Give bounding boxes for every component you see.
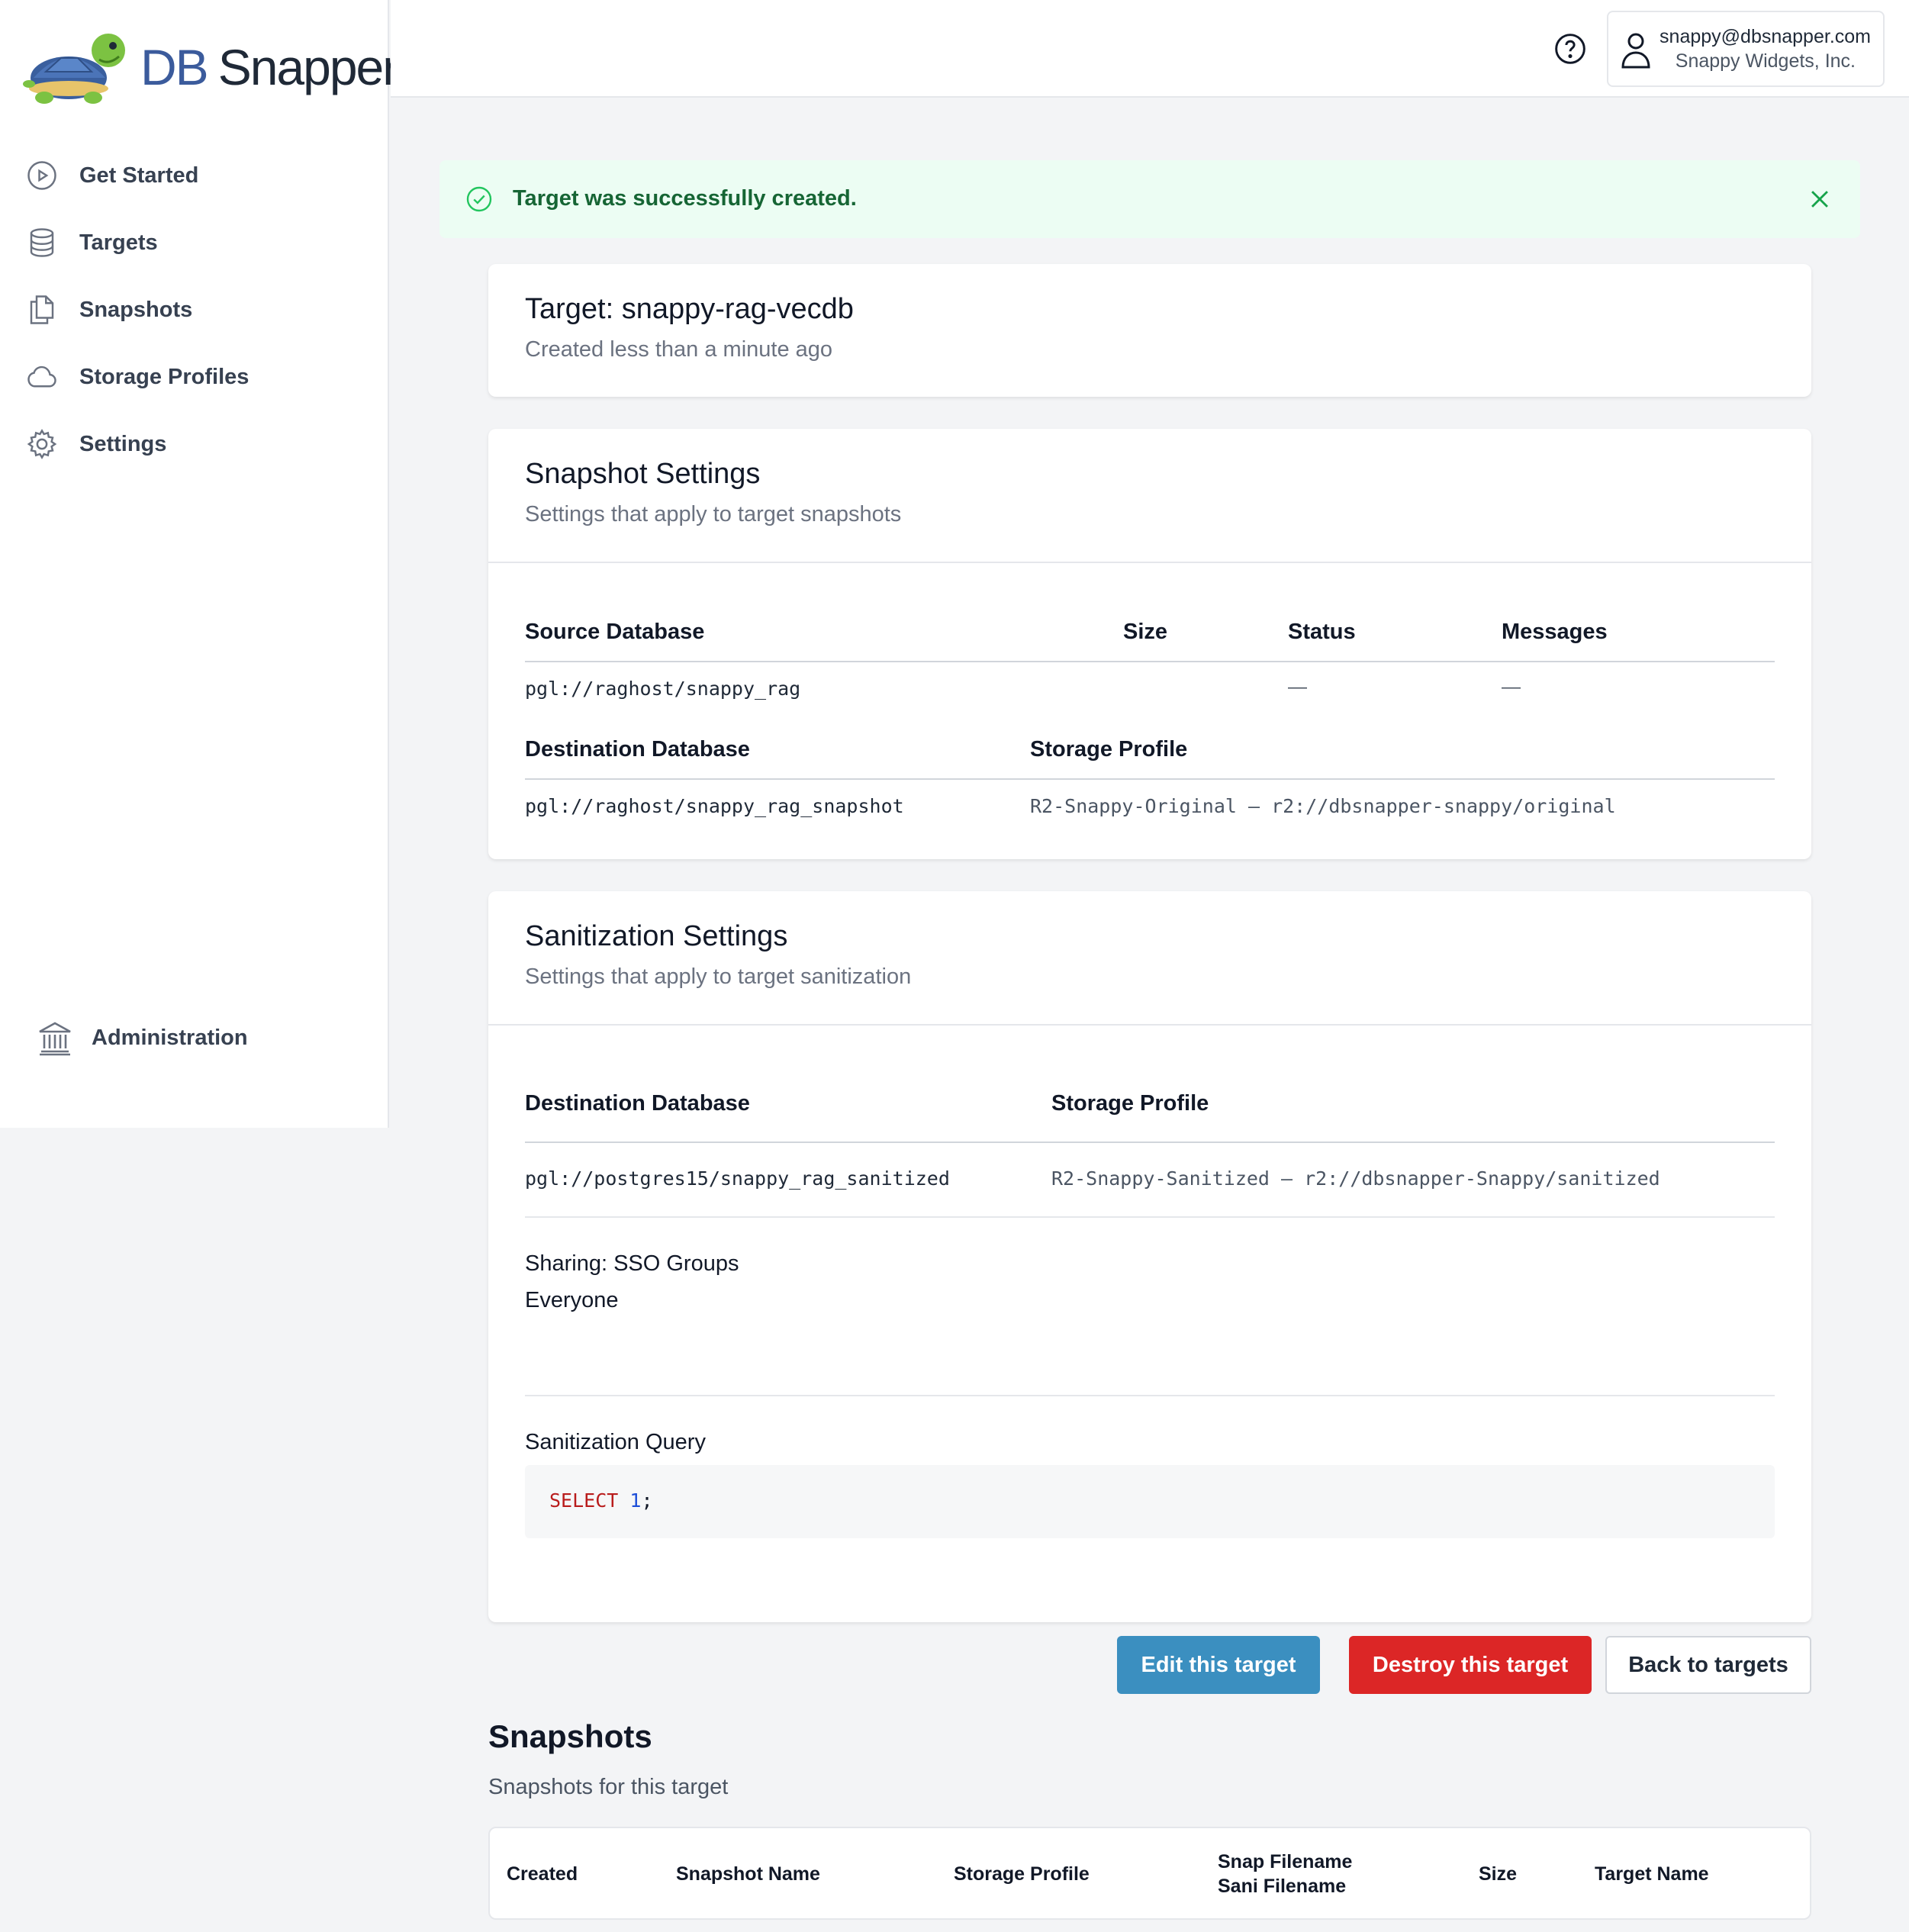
success-alert: Target was successfully created. [439,160,1860,238]
sanitized-storage-profile-value: R2-Snappy-Sanitized – r2://dbsnapper-Sna… [1051,1167,1660,1190]
sidebar-item-label: Get Started [79,163,199,188]
col-destination-database: Destination Database [525,1091,750,1116]
bank-icon [39,1022,71,1056]
user-email: snappy@dbsnapper.com [1660,26,1871,47]
source-status-value: — [1288,676,1307,697]
sidebar-item-label: Targets [79,230,158,255]
destination-database-value: pgl://raghost/snappy_rag_snapshot [525,795,904,817]
user-icon [1621,33,1650,69]
brand-name: DB Snapper [140,38,400,96]
col-storage-profile: Storage Profile [1051,1091,1209,1116]
sanitization-settings-card: Sanitization Settings Settings that appl… [488,891,1811,1622]
col-storage-profile[interactable]: Storage Profile [954,1863,1090,1885]
sidebar-item-label: Administration [92,1025,248,1050]
table-rule [525,661,1775,662]
sidebar-item-storage-profiles[interactable]: Storage Profiles [26,343,249,411]
table-rule [525,1141,1775,1143]
sanitization-query-label: Sanitization Query [525,1430,706,1454]
gear-icon [27,429,57,459]
snapshots-table: Created Snapshot Name Storage Profile Sn… [488,1827,1811,1920]
storage-profile-value: R2-Snappy-Original – r2://dbsnapper-snap… [1030,795,1616,817]
col-snapshot-name[interactable]: Snapshot Name [676,1863,820,1885]
section-divider [488,562,1811,563]
query-terminator: ; [641,1489,653,1512]
play-circle-icon [27,161,56,190]
sidebar-item-administration[interactable]: Administration [37,1004,248,1071]
sanitization-settings-title: Sanitization Settings [525,920,788,952]
sidebar-item-label: Storage Profiles [79,364,249,389]
documents-icon [30,295,54,324]
edit-target-button[interactable]: Edit this target [1117,1636,1320,1694]
destroy-target-button[interactable]: Destroy this target [1349,1636,1592,1694]
top-header: snappy@dbsnapper.com Snappy Widgets, Inc… [391,0,1909,98]
col-size: Size [1123,620,1168,644]
brand-logo[interactable]: DB Snapper [23,27,400,107]
table-rule [525,1395,1775,1396]
back-to-targets-button[interactable]: Back to targets [1605,1636,1811,1694]
sanitized-database-value: pgl://postgres15/snappy_rag_sanitized [525,1167,950,1190]
close-icon[interactable] [1807,186,1833,212]
source-database-value: pgl://raghost/snappy_rag [525,678,801,700]
brand-name-rest: Snapper [217,39,400,95]
col-target-name[interactable]: Target Name [1595,1863,1709,1885]
sidebar-item-snapshots[interactable]: Snapshots [26,276,249,343]
col-snap-filename[interactable]: Snap Filename [1218,1851,1352,1873]
help-icon[interactable] [1553,32,1587,66]
turtle-logo-icon [23,34,125,104]
snapshots-subtitle: Snapshots for this target [488,1775,729,1799]
source-messages-value: — [1502,676,1521,697]
sharing-value: Everyone [525,1288,619,1312]
sidebar-item-settings[interactable]: Settings [26,411,249,478]
sharing-label: Sharing: SSO Groups [525,1251,739,1276]
database-icon [30,228,54,257]
col-storage-profile: Storage Profile [1030,737,1188,762]
sidebar-item-label: Settings [79,431,167,456]
sidebar-item-targets[interactable]: Targets [26,209,249,276]
snapshot-settings-subtitle: Settings that apply to target snapshots [525,502,902,526]
col-size[interactable]: Size [1479,1863,1517,1885]
sidebar-item-label: Snapshots [79,297,193,322]
col-source-database: Source Database [525,620,705,644]
section-divider [488,1024,1811,1026]
target-created: Created less than a minute ago [525,337,833,362]
sidebar-nav: Get Started Targets Snapshots Storage Pr… [26,142,249,478]
query-number: 1 [629,1489,642,1512]
table-rule [525,1216,1775,1218]
alert-message: Target was successfully created. [513,186,857,211]
user-org: Snappy Widgets, Inc. [1675,50,1856,72]
snapshots-title: Snapshots [488,1718,652,1754]
brand-name-db: DB [140,39,209,95]
col-messages: Messages [1502,620,1608,644]
target-card: Target: snappy-rag-vecdb Created less th… [488,264,1811,397]
sanitization-query-code: SELECT 1; [525,1465,1775,1538]
col-created[interactable]: Created [507,1863,578,1885]
sanitization-settings-subtitle: Settings that apply to target sanitizati… [525,964,912,989]
col-status: Status [1288,620,1356,644]
sidebar-item-get-started[interactable]: Get Started [26,142,249,209]
query-keyword: SELECT [549,1489,619,1512]
col-sani-filename[interactable]: Sani Filename [1218,1876,1346,1898]
snapshot-settings-title: Snapshot Settings [525,458,761,490]
check-circle-icon [466,186,492,212]
user-menu[interactable]: snappy@dbsnapper.com Snappy Widgets, Inc… [1607,11,1885,87]
table-rule [525,778,1775,780]
sidebar: DB Snapper Get Started Targets Snapshots … [0,0,399,1128]
query-text: SELECT 1; [549,1489,653,1512]
snapshot-settings-card: Snapshot Settings Settings that apply to… [488,429,1811,859]
cloud-icon [27,365,56,388]
col-destination-database: Destination Database [525,737,750,762]
target-title: Target: snappy-rag-vecdb [525,293,854,325]
